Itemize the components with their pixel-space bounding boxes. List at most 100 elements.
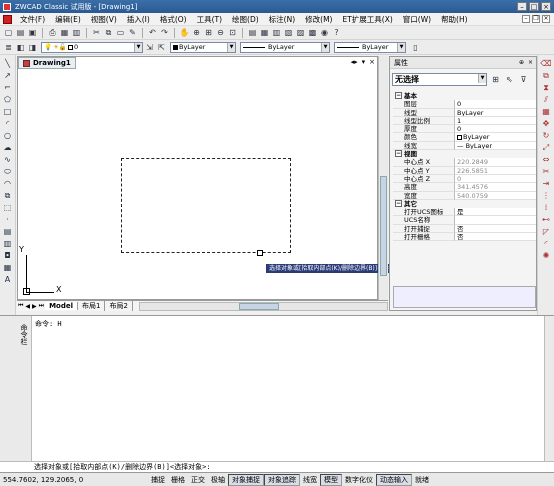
menu-file[interactable]: 文件(F) bbox=[15, 14, 50, 25]
tab-model[interactable]: Model bbox=[45, 302, 78, 310]
command-scrollbar[interactable] bbox=[544, 316, 554, 462]
prop-row[interactable]: 厚度 0 bbox=[393, 125, 536, 134]
chamfer-icon[interactable]: ◸ bbox=[540, 226, 552, 237]
command-prompt[interactable]: 选择对象或[拾取内部点(K)/删除边界(B)]<选择对象>: bbox=[0, 461, 554, 472]
polar-toggle[interactable]: 极轴 bbox=[208, 475, 228, 485]
revcloud-icon[interactable]: ☁ bbox=[2, 142, 14, 153]
first-tab-icon[interactable]: ⏮ bbox=[17, 302, 24, 310]
close-icon[interactable]: × bbox=[369, 58, 375, 66]
command-window[interactable]: 命令栏 命令: H bbox=[0, 315, 554, 462]
document-icon[interactable] bbox=[3, 14, 12, 24]
save-icon[interactable]: ▣ bbox=[27, 27, 38, 38]
cut-icon[interactable]: ✂ bbox=[91, 27, 102, 38]
print-icon[interactable]: ⎙ bbox=[47, 27, 58, 38]
break-point-icon[interactable]: ⋮ bbox=[540, 190, 552, 201]
prop-row[interactable]: 中心点 Z0 bbox=[393, 174, 536, 184]
zoom-extents-icon[interactable]: ⊡ bbox=[227, 27, 238, 38]
close-icon[interactable]: × bbox=[528, 59, 533, 66]
prop-row[interactable]: 线型 ByLayer bbox=[393, 108, 536, 117]
stretch-icon[interactable]: ⇔ bbox=[540, 154, 552, 165]
rotate-icon[interactable]: ↻ bbox=[540, 130, 552, 141]
menu-tools[interactable]: 工具(T) bbox=[192, 14, 227, 25]
publish-icon[interactable]: ▥ bbox=[71, 27, 82, 38]
pan-icon[interactable]: ✋ bbox=[179, 27, 190, 38]
tablet-toggle[interactable]: 数字化仪 bbox=[342, 475, 376, 485]
menu-draw[interactable]: 绘图(D) bbox=[227, 14, 264, 25]
linetype-dropdown[interactable]: ByLayer ▼ bbox=[240, 41, 330, 53]
menu-edit[interactable]: 编辑(E) bbox=[50, 14, 86, 25]
help-icon[interactable]: ? bbox=[331, 27, 342, 38]
circle-icon[interactable]: ○ bbox=[2, 130, 14, 141]
prop-row[interactable]: UCS名称 bbox=[393, 216, 536, 225]
selection-dropdown[interactable]: 无选择 ▼ bbox=[392, 73, 487, 86]
scale-icon[interactable]: ⤢ bbox=[540, 142, 552, 153]
lineweight-toggle[interactable]: 线宽 bbox=[300, 475, 320, 485]
ellipse-arc-icon[interactable]: ◠ bbox=[2, 178, 14, 189]
grid-toggle[interactable]: 栅格 bbox=[168, 475, 188, 485]
hatch-icon[interactable]: ▤ bbox=[2, 226, 14, 237]
category-basic[interactable]: − 基本 bbox=[393, 92, 536, 100]
select-objects-icon[interactable]: ⇖ bbox=[504, 74, 515, 85]
tool-palettes-icon[interactable]: ▥ bbox=[271, 27, 282, 38]
table-icon[interactable]: ▦ bbox=[2, 262, 14, 273]
zoom-window-icon[interactable]: ⊞ bbox=[203, 27, 214, 38]
properties-icon[interactable]: ▤ bbox=[247, 27, 258, 38]
layer-states-icon[interactable]: ◨ bbox=[27, 42, 38, 53]
vertical-scrollbar[interactable] bbox=[378, 56, 388, 300]
close-button[interactable]: × bbox=[541, 2, 551, 11]
fillet-icon[interactable]: ◜ bbox=[540, 238, 552, 249]
zoom-previous-icon[interactable]: ⊖ bbox=[215, 27, 226, 38]
prop-row[interactable]: 高度 341.4576 bbox=[393, 183, 536, 192]
menu-dimension[interactable]: 标注(N) bbox=[264, 14, 300, 25]
color-dropdown[interactable]: ByLayer ▼ bbox=[170, 41, 236, 53]
prop-row[interactable]: 打开UCS图标是 bbox=[393, 208, 536, 217]
prop-row[interactable]: 宽度 540.0759 bbox=[393, 191, 536, 200]
render-icon[interactable]: ◉ bbox=[319, 27, 330, 38]
model-toggle[interactable]: 模型 bbox=[320, 473, 342, 486]
markup-icon[interactable]: ▨ bbox=[295, 27, 306, 38]
prop-row[interactable]: 打开捕捉否 bbox=[393, 224, 536, 234]
category-misc[interactable]: − 其它 bbox=[393, 199, 536, 208]
menu-modify[interactable]: 修改(M) bbox=[300, 14, 337, 25]
open-icon[interactable]: ▤ bbox=[15, 27, 26, 38]
undo-icon[interactable]: ↶ bbox=[147, 27, 158, 38]
prop-row[interactable]: 打开栅格否 bbox=[393, 233, 536, 242]
prop-row[interactable]: 中心点 Y 226.5851 bbox=[393, 166, 536, 175]
mtext-icon[interactable]: A bbox=[2, 274, 14, 285]
explode-icon[interactable]: ✺ bbox=[540, 250, 552, 261]
lineweight-dropdown[interactable]: ByLayer ▼ bbox=[334, 41, 406, 53]
redo-icon[interactable]: ↷ bbox=[159, 27, 170, 38]
minimize-button[interactable]: – bbox=[517, 2, 527, 11]
print-preview-icon[interactable]: ▦ bbox=[59, 27, 70, 38]
pin-icon[interactable]: ⊕ bbox=[519, 59, 524, 66]
rectangle-icon[interactable]: □ bbox=[2, 106, 14, 117]
dynamic-input-toggle[interactable]: 动态输入 bbox=[376, 473, 412, 486]
snap-toggle[interactable]: 捕捉 bbox=[148, 475, 168, 485]
spline-icon[interactable]: ∿ bbox=[2, 154, 14, 165]
tab-layout1[interactable]: 布局1 bbox=[78, 301, 106, 311]
layer-dropdown[interactable]: 💡 ☀ 🔓 0 ▼ bbox=[41, 41, 143, 53]
menu-help[interactable]: 帮助(H) bbox=[436, 14, 473, 25]
pickadd-icon[interactable]: ⊞ bbox=[490, 74, 501, 85]
insert-block-icon[interactable]: ⧉ bbox=[2, 190, 14, 201]
erase-icon[interactable]: ⌫ bbox=[540, 58, 552, 69]
sheet-set-icon[interactable]: ▧ bbox=[283, 27, 294, 38]
menu-et-tools[interactable]: ET扩展工具(X) bbox=[337, 14, 397, 25]
ellipse-icon[interactable]: ⬭ bbox=[2, 166, 14, 177]
menu-window[interactable]: 窗口(W) bbox=[398, 14, 436, 25]
prop-row[interactable]: 中心点 X 220.2849 bbox=[393, 158, 536, 167]
tab-list-icon[interactable]: ◂▸ bbox=[351, 58, 358, 66]
prop-row[interactable]: 颜色 ByLayer bbox=[393, 133, 536, 142]
join-icon[interactable]: ⊷ bbox=[540, 214, 552, 225]
zoom-realtime-icon[interactable]: ⊕ bbox=[191, 27, 202, 38]
osnap-toggle[interactable]: 对象捕捉 bbox=[228, 473, 264, 486]
prop-row[interactable]: 线型比例 1 bbox=[393, 116, 536, 126]
ray-icon[interactable]: ↗ bbox=[2, 70, 14, 81]
prop-row[interactable]: 图层 0 bbox=[393, 100, 536, 109]
arc-icon[interactable]: ◜ bbox=[2, 118, 14, 129]
array-icon[interactable]: ▦ bbox=[540, 106, 552, 117]
make-block-icon[interactable]: ⬚ bbox=[2, 202, 14, 213]
grip-handle[interactable] bbox=[257, 250, 263, 256]
trim-icon[interactable]: ✂ bbox=[540, 166, 552, 177]
doc-restore-button[interactable]: ❐ bbox=[532, 15, 540, 23]
